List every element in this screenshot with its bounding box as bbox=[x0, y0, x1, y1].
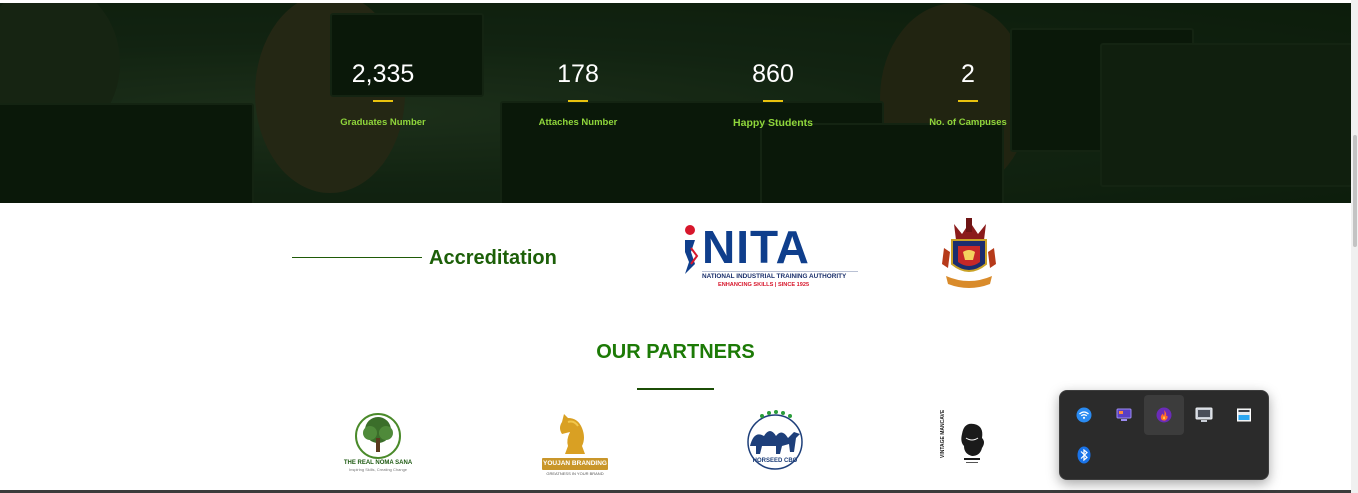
stat-underline bbox=[373, 100, 393, 102]
partner-logo-vintage-mancave[interactable]: VINTAGE MANCAVE bbox=[940, 409, 1002, 472]
nita-fullname: NATIONAL INDUSTRIAL TRAINING AUTHORITY bbox=[702, 271, 858, 281]
tray-item-monitor[interactable] bbox=[1184, 395, 1224, 435]
stat-label: Graduates Number bbox=[340, 117, 426, 128]
partner-name: THE REAL NOMA SANA bbox=[343, 460, 413, 466]
nita-wordmark: NITA bbox=[702, 221, 810, 273]
accreditation-divider bbox=[292, 257, 422, 258]
partner-name: YOUJAN BRANDING bbox=[543, 460, 607, 467]
chess-knight-icon bbox=[560, 414, 585, 454]
man-silhouette-icon bbox=[961, 423, 984, 463]
partner-logo-youjan[interactable]: YOUJAN BRANDING GREATNESS IN YOUR BRAND bbox=[540, 410, 610, 476]
stat-underline bbox=[763, 100, 783, 102]
tray-item-fire-app[interactable] bbox=[1144, 395, 1184, 435]
stats-banner: 2,335 Graduates Number 178 Attaches Numb… bbox=[0, 3, 1351, 203]
partner-logo-noma-sana[interactable]: THE REAL NOMA SANA Inspiring Skills, Cre… bbox=[340, 412, 416, 474]
stat-label: Attaches Number bbox=[538, 117, 618, 128]
partner-tagline: GREATNESS IN YOUR BRAND bbox=[546, 471, 604, 476]
tray-item-window[interactable] bbox=[1224, 395, 1264, 435]
fire-app-icon bbox=[1156, 407, 1172, 423]
stat-underline bbox=[958, 100, 978, 102]
partner-logo-horseed[interactable]: HORSEED CBO bbox=[742, 408, 808, 472]
scrollbar-thumb[interactable] bbox=[1353, 135, 1357, 247]
nita-emblem-icon bbox=[685, 225, 699, 274]
system-tray-overflow bbox=[1059, 390, 1269, 480]
stat-number: 2 bbox=[961, 60, 975, 88]
tree-icon bbox=[355, 413, 401, 459]
partner-name: VINTAGE MANCAVE bbox=[940, 409, 946, 458]
tray-item-wifi[interactable] bbox=[1064, 395, 1104, 435]
partners-heading: OUR PARTNERS bbox=[596, 341, 755, 363]
tray-item-display[interactable] bbox=[1104, 395, 1144, 435]
nita-tagline: ENHANCING SKILLS | SINCE 1925 bbox=[718, 282, 810, 288]
bluetooth-icon bbox=[1077, 446, 1091, 464]
partner-tagline: Inspiring Skills, Creating Change bbox=[348, 467, 408, 472]
stat-label: Happy Students bbox=[733, 117, 813, 129]
nita-logo[interactable]: NITA NATIONAL INDUSTRIAL TRAINING AUTHOR… bbox=[682, 220, 858, 292]
monitor-icon bbox=[1195, 407, 1213, 422]
accreditation-heading: Accreditation bbox=[429, 247, 557, 269]
stat-label: No. of Campuses bbox=[929, 117, 1007, 128]
banner-overlay bbox=[0, 3, 1351, 203]
partner-name: HORSEED CBO bbox=[752, 458, 798, 464]
stat-number: 860 bbox=[752, 60, 794, 88]
tray-item-bluetooth[interactable] bbox=[1064, 435, 1104, 475]
stat-number: 2,335 bbox=[351, 60, 415, 88]
wifi-icon bbox=[1076, 407, 1092, 423]
partners-divider bbox=[637, 388, 714, 390]
stat-number: 178 bbox=[557, 60, 599, 88]
display-icon bbox=[1116, 408, 1132, 421]
window-icon bbox=[1237, 408, 1251, 422]
stat-underline bbox=[568, 100, 588, 102]
coat-of-arms-icon[interactable] bbox=[940, 218, 998, 292]
